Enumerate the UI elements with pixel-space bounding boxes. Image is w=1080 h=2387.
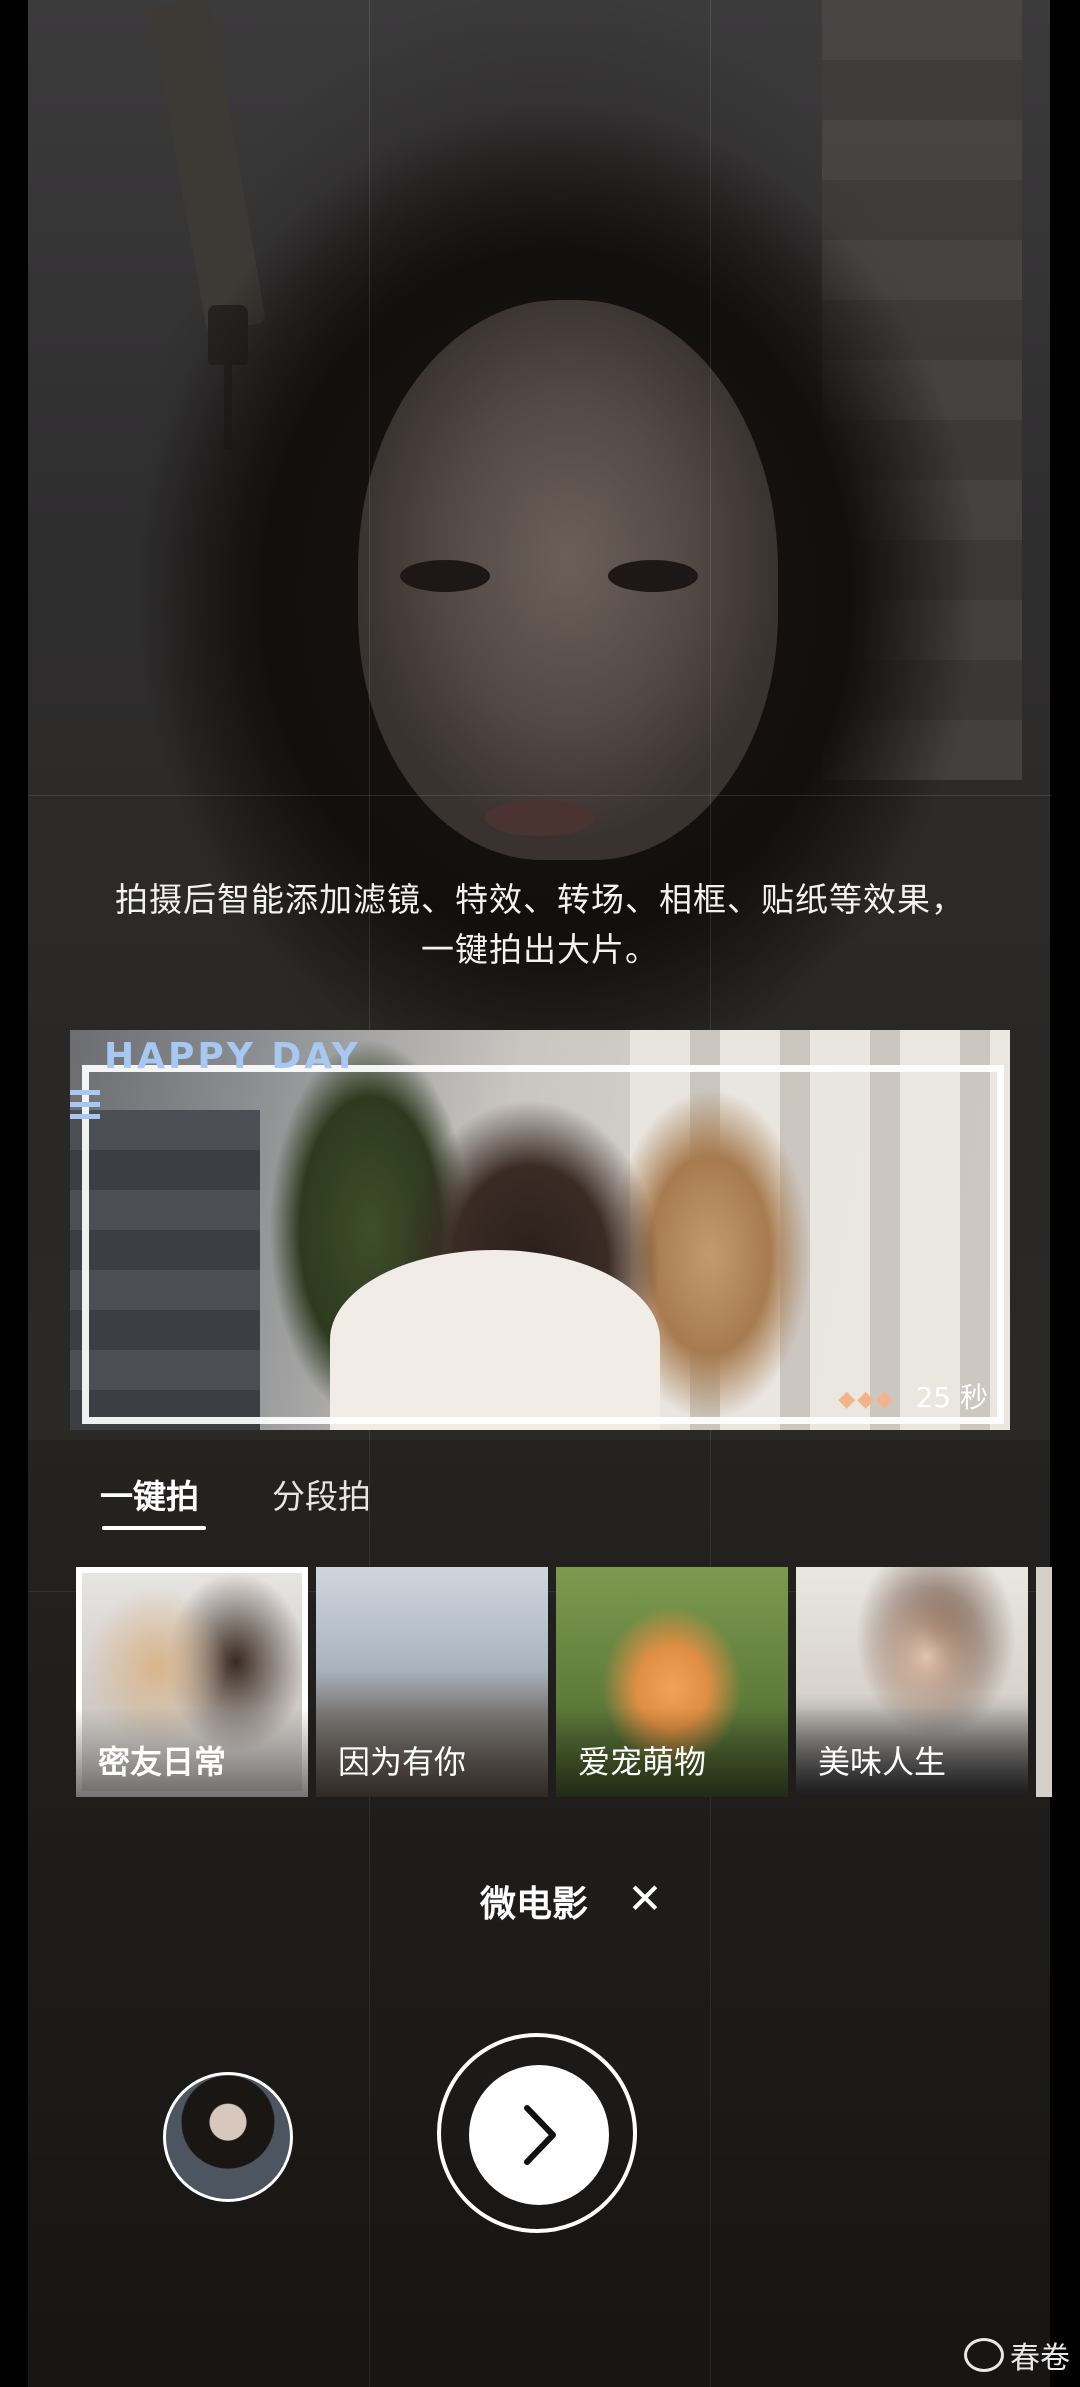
template-list[interactable]: 密友日常 因为有你 爱宠萌物 美味人生: [76, 1567, 1052, 1797]
mode-label: 微电影: [480, 1884, 589, 1925]
description-line-2: 一键拍出大片。: [421, 930, 659, 969]
tab-active-indicator: [102, 1526, 206, 1530]
template-label: 密友日常: [98, 1743, 227, 1781]
preview-hearts-icon: ◆◆◆: [838, 1387, 895, 1412]
template-preview[interactable]: HAPPY DAY ◆◆◆ 25 秒: [70, 1030, 1010, 1430]
template-card-tasty-life[interactable]: 美味人生: [796, 1567, 1028, 1797]
template-card-because-of-you[interactable]: 因为有你: [316, 1567, 548, 1797]
template-card-bestie-daily[interactable]: 密友日常: [76, 1567, 308, 1797]
tab-segmented[interactable]: 分段拍: [272, 1470, 371, 1518]
description-line-1: 拍摄后智能添加滤镜、特效、转场、相框、贴纸等效果，: [115, 880, 965, 919]
preview-frame-text: HAPPY DAY: [104, 1036, 361, 1077]
gallery-thumbnail[interactable]: [163, 2072, 293, 2202]
template-label: 美味人生: [818, 1743, 947, 1781]
subject-eye-right: [608, 560, 698, 592]
subject-lips: [485, 800, 595, 836]
preview-duration: 25 秒: [915, 1381, 988, 1414]
template-label: 爱宠萌物: [578, 1743, 707, 1781]
template-card-cute-pets[interactable]: 爱宠萌物: [556, 1567, 788, 1797]
chevron-right-icon: [524, 2105, 556, 2165]
feature-description: 拍摄后智能添加滤镜、特效、转场、相框、贴纸等效果， 一键拍出大片。: [60, 875, 1020, 975]
weibo-logo-icon: [964, 2338, 1004, 2372]
subject-eye-left: [400, 560, 490, 592]
camera-screen: 拍摄后智能添加滤镜、特效、转场、相框、贴纸等效果， 一键拍出大片。 HAPPY …: [0, 0, 1080, 2387]
preview-frame-lines-icon: [70, 1090, 100, 1130]
grid-line-horizontal-1: [28, 795, 1052, 796]
watermark: 春卷: [964, 2333, 1070, 2377]
preview-photo-frame: [82, 1065, 1004, 1424]
watermark-text: 春卷: [1010, 2341, 1070, 2376]
next-button[interactable]: [469, 2065, 609, 2205]
template-label: 因为有你: [338, 1743, 467, 1781]
right-bar: [1050, 0, 1080, 2387]
template-card-partial[interactable]: [1036, 1567, 1052, 1797]
tab-one-click[interactable]: 一键拍: [100, 1470, 199, 1518]
left-bar: [0, 0, 28, 2387]
close-mode-button[interactable]: ✕: [625, 1874, 665, 1924]
